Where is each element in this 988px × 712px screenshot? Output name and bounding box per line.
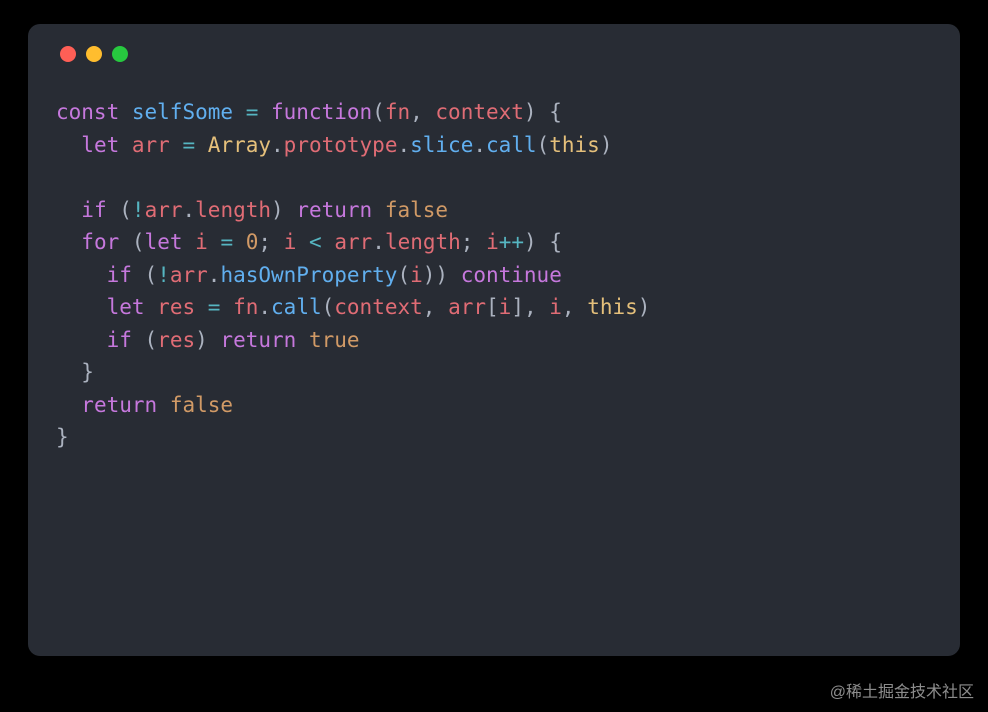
var-i: i xyxy=(284,230,297,254)
keyword-if: if xyxy=(107,263,132,287)
var-res: res xyxy=(157,328,195,352)
traffic-lights xyxy=(60,46,932,62)
paren: ( xyxy=(537,133,550,157)
var-arr: arr xyxy=(132,133,170,157)
op-eq: = xyxy=(182,133,195,157)
param-context: context xyxy=(435,100,524,124)
prop-length: length xyxy=(195,198,271,222)
keyword-if: if xyxy=(81,198,106,222)
fn-slice: slice xyxy=(410,133,473,157)
bracket: ], xyxy=(511,295,549,319)
var-context: context xyxy=(334,295,423,319)
var-i: i xyxy=(549,295,562,319)
keyword-function: function xyxy=(271,100,372,124)
watermark: @稀土掘金技术社区 xyxy=(830,678,974,702)
var-res: res xyxy=(157,295,195,319)
op-eq: = xyxy=(220,230,233,254)
var-arr: arr xyxy=(448,295,486,319)
paren: ) { xyxy=(524,230,562,254)
comma: , xyxy=(562,295,587,319)
bracket: [ xyxy=(486,295,499,319)
keyword-continue: continue xyxy=(461,263,562,287)
maximize-icon[interactable] xyxy=(112,46,128,62)
brace: } xyxy=(81,360,94,384)
dot: . xyxy=(258,295,271,319)
keyword-return: return xyxy=(81,393,157,417)
keyword-let: let xyxy=(145,230,183,254)
paren: ) xyxy=(600,133,613,157)
paren: ( xyxy=(119,198,132,222)
keyword-let: let xyxy=(107,295,145,319)
comma: , xyxy=(423,295,448,319)
param-fn: fn xyxy=(385,100,410,124)
op-pp: ++ xyxy=(499,230,524,254)
close-icon[interactable] xyxy=(60,46,76,62)
class-array: Array xyxy=(208,133,271,157)
var-i: i xyxy=(499,295,512,319)
semi: ; xyxy=(258,230,283,254)
var-fn: fn xyxy=(233,295,258,319)
op-eq: = xyxy=(246,100,259,124)
var-arr: arr xyxy=(170,263,208,287)
bool-true: true xyxy=(309,328,360,352)
keyword-return: return xyxy=(220,328,296,352)
keyword-this: this xyxy=(587,295,638,319)
op-bang: ! xyxy=(132,198,145,222)
fn-hasOwnProperty: hasOwnProperty xyxy=(220,263,397,287)
fn-call: call xyxy=(486,133,537,157)
paren: ( xyxy=(145,263,158,287)
op-bang: ! xyxy=(157,263,170,287)
prop-length: length xyxy=(385,230,461,254)
fn-selfSome: selfSome xyxy=(132,100,233,124)
code-window: const selfSome = function(fn, context) {… xyxy=(28,24,960,656)
dot: . xyxy=(271,133,284,157)
paren: ( xyxy=(397,263,410,287)
paren: ) xyxy=(638,295,651,319)
comma: , xyxy=(410,100,435,124)
paren: ( xyxy=(322,295,335,319)
var-i: i xyxy=(486,230,499,254)
num-zero: 0 xyxy=(246,230,259,254)
semi: ; xyxy=(461,230,486,254)
keyword-if: if xyxy=(107,328,132,352)
minimize-icon[interactable] xyxy=(86,46,102,62)
paren: ( xyxy=(145,328,158,352)
var-i: i xyxy=(410,263,423,287)
paren: ( xyxy=(132,230,145,254)
dot: . xyxy=(397,133,410,157)
dot: . xyxy=(372,230,385,254)
code-block: const selfSome = function(fn, context) {… xyxy=(56,96,932,454)
fn-call: call xyxy=(271,295,322,319)
keyword-this: this xyxy=(549,133,600,157)
var-arr: arr xyxy=(145,198,183,222)
keyword-for: for xyxy=(81,230,119,254)
dot: . xyxy=(473,133,486,157)
keyword-let: let xyxy=(81,133,119,157)
bool-false: false xyxy=(170,393,233,417)
dot: . xyxy=(183,198,196,222)
paren: ) xyxy=(195,328,220,352)
paren: ( xyxy=(372,100,385,124)
var-i: i xyxy=(195,230,208,254)
paren: ) { xyxy=(524,100,562,124)
brace: } xyxy=(56,425,69,449)
bool-false: false xyxy=(385,198,448,222)
prop-prototype: prototype xyxy=(284,133,398,157)
keyword-const: const xyxy=(56,100,119,124)
op-lt: < xyxy=(309,230,322,254)
keyword-return: return xyxy=(296,198,372,222)
paren: ) xyxy=(271,198,296,222)
op-eq: = xyxy=(208,295,221,319)
paren: )) xyxy=(423,263,461,287)
dot: . xyxy=(208,263,221,287)
var-arr: arr xyxy=(334,230,372,254)
